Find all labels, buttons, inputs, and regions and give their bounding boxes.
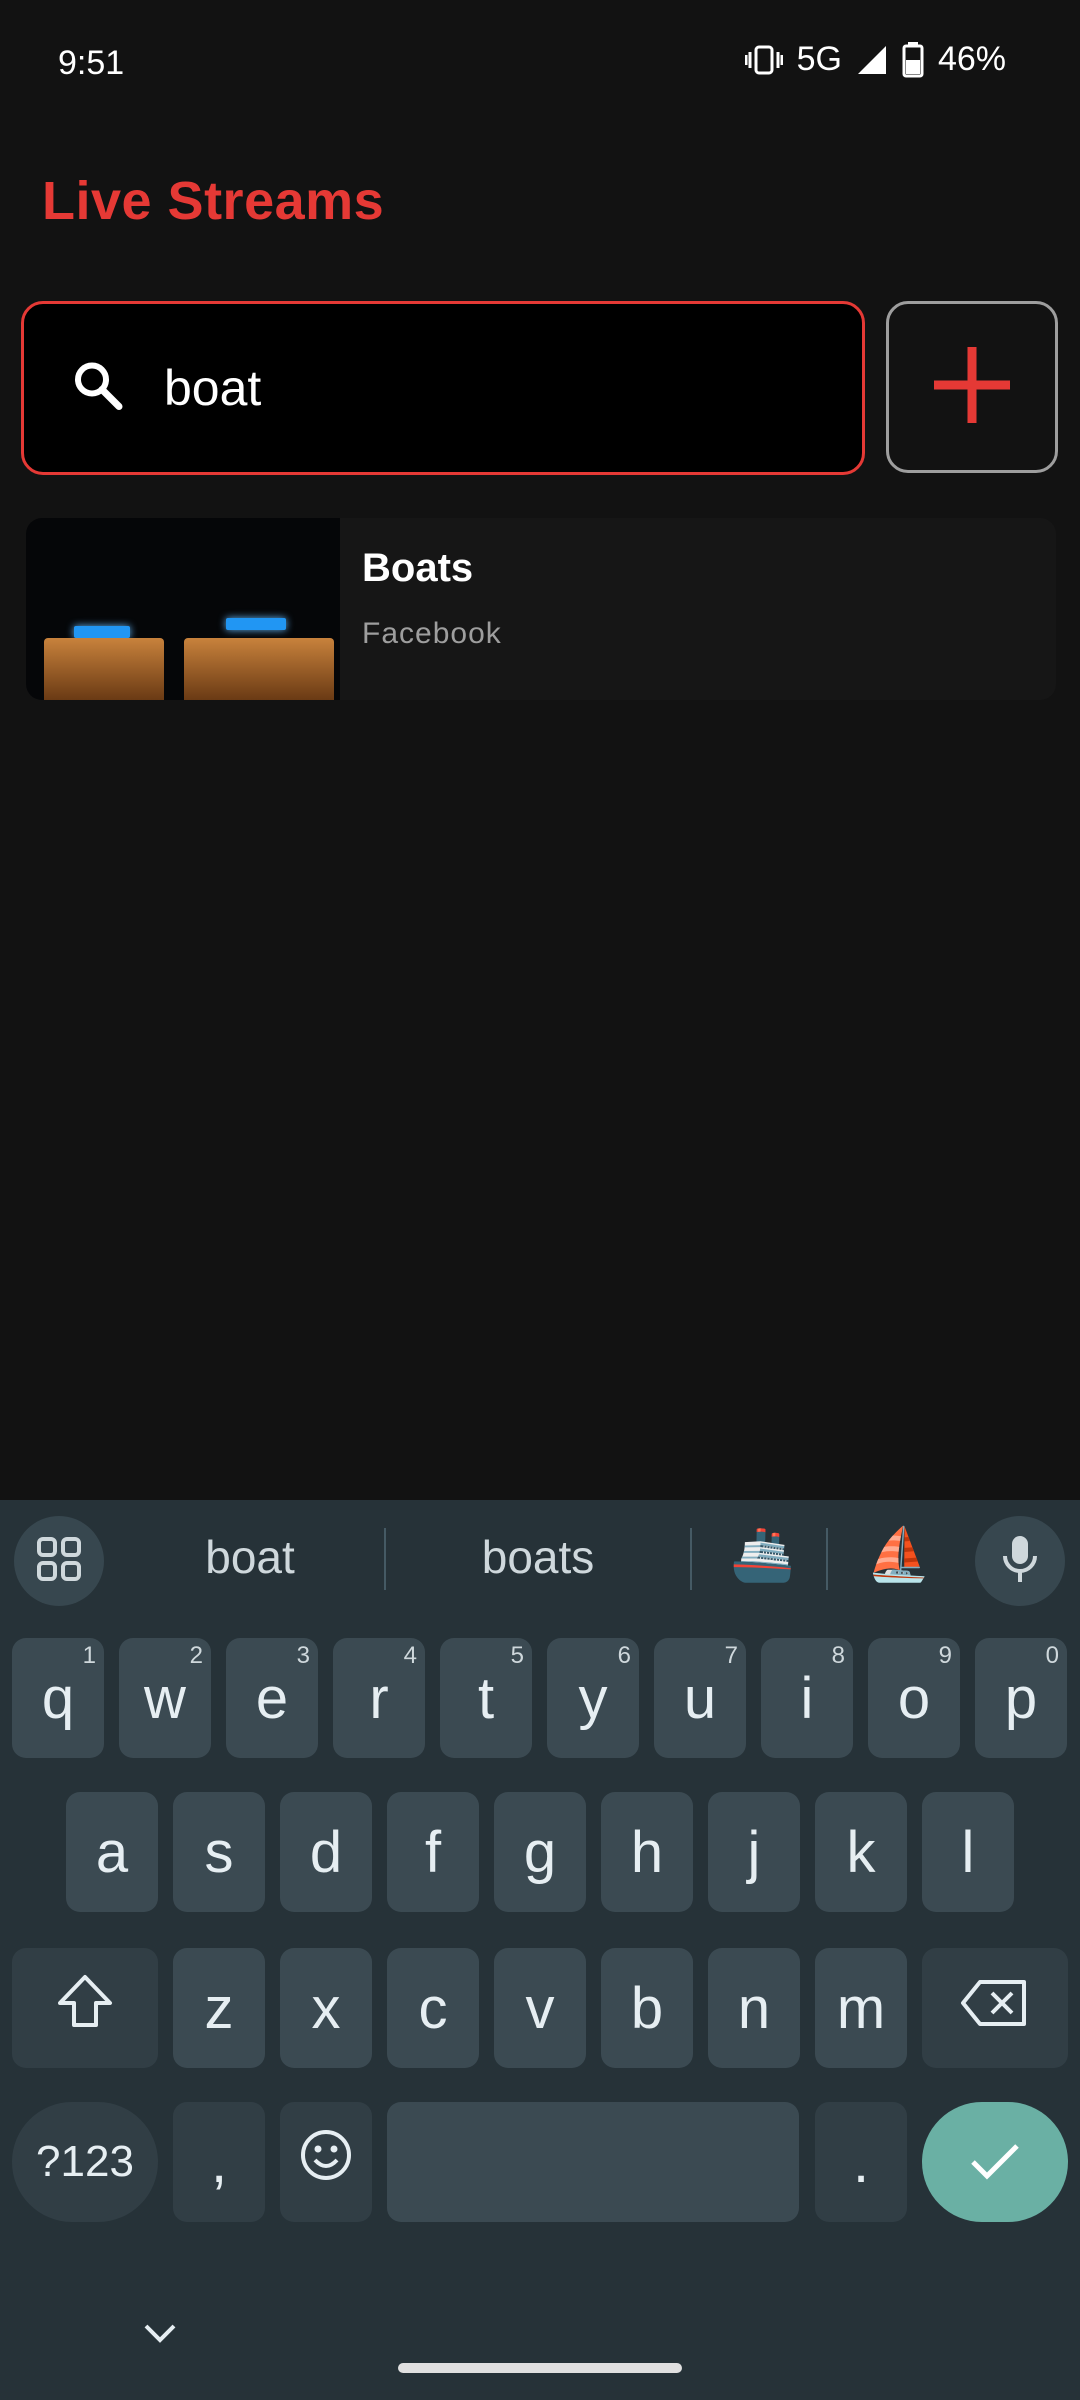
key-x[interactable]: x bbox=[280, 1948, 372, 2068]
key-f[interactable]: f bbox=[387, 1792, 479, 1912]
key-h[interactable]: h bbox=[601, 1792, 693, 1912]
network-label: 5G bbox=[796, 40, 842, 78]
key-l[interactable]: l bbox=[922, 1792, 1014, 1912]
emoji-suggestion-sailboat[interactable]: ⛵ bbox=[866, 1524, 931, 1585]
emoji-suggestion-ship[interactable]: 🚢 bbox=[730, 1524, 795, 1585]
key-z[interactable]: z bbox=[173, 1948, 265, 2068]
suggestion-1[interactable]: boat bbox=[150, 1530, 350, 1584]
page-title: Live Streams bbox=[42, 171, 385, 231]
battery-percent: 46% bbox=[937, 40, 1006, 78]
key-d[interactable]: d bbox=[280, 1792, 372, 1912]
status-icons: 5G 46% bbox=[744, 40, 1006, 79]
key-v[interactable]: v bbox=[494, 1948, 586, 2068]
plus-icon bbox=[932, 345, 1012, 430]
backspace-key[interactable] bbox=[922, 1948, 1068, 2068]
shift-key[interactable] bbox=[12, 1948, 158, 2068]
vibrate-icon bbox=[744, 43, 783, 77]
checkmark-icon bbox=[969, 2129, 1021, 2196]
grid-icon bbox=[36, 1536, 82, 1587]
search-input[interactable] bbox=[164, 304, 844, 472]
stream-source: Facebook bbox=[362, 617, 502, 650]
key-o[interactable]: o9 bbox=[868, 1638, 960, 1758]
backspace-icon bbox=[960, 1975, 1030, 2042]
comma-key[interactable]: , bbox=[173, 2102, 265, 2222]
battery-icon bbox=[902, 41, 924, 78]
search-box[interactable] bbox=[21, 301, 865, 475]
home-indicator[interactable] bbox=[398, 2363, 682, 2373]
suggestion-2[interactable]: boats bbox=[418, 1530, 658, 1584]
smiley-icon bbox=[299, 2128, 353, 2196]
key-w[interactable]: w2 bbox=[119, 1638, 211, 1758]
key-c[interactable]: c bbox=[387, 1948, 479, 2068]
key-n[interactable]: n bbox=[708, 1948, 800, 2068]
keyboard-apps-button[interactable] bbox=[14, 1516, 104, 1606]
microphone-icon bbox=[1000, 1534, 1040, 1589]
key-k[interactable]: k bbox=[815, 1792, 907, 1912]
key-e[interactable]: e3 bbox=[226, 1638, 318, 1758]
key-i[interactable]: i8 bbox=[761, 1638, 853, 1758]
status-time: 9:51 bbox=[58, 44, 125, 82]
period-key[interactable]: . bbox=[815, 2102, 907, 2222]
add-stream-button[interactable] bbox=[886, 301, 1058, 473]
key-m[interactable]: m bbox=[815, 1948, 907, 2068]
stream-list-item[interactable]: Boats Facebook bbox=[26, 518, 1056, 700]
stream-title: Boats bbox=[362, 546, 474, 590]
symbols-key[interactable]: ?123 bbox=[12, 2102, 158, 2222]
key-y[interactable]: y6 bbox=[547, 1638, 639, 1758]
key-s[interactable]: s bbox=[173, 1792, 265, 1912]
key-p[interactable]: p0 bbox=[975, 1638, 1067, 1758]
key-r[interactable]: r4 bbox=[333, 1638, 425, 1758]
key-j[interactable]: j bbox=[708, 1792, 800, 1912]
key-a[interactable]: a bbox=[66, 1792, 158, 1912]
voice-input-button[interactable] bbox=[975, 1516, 1065, 1606]
soft-keyboard: boat boats 🚢 ⛵ q1 w2 e3 r4 t5 y6 u7 i8 o… bbox=[0, 1500, 1080, 2400]
key-t[interactable]: t5 bbox=[440, 1638, 532, 1758]
search-icon bbox=[72, 360, 124, 417]
emoji-key[interactable] bbox=[280, 2102, 372, 2222]
key-b[interactable]: b bbox=[601, 1948, 693, 2068]
signal-icon bbox=[856, 44, 888, 76]
hide-keyboard-chevron-icon[interactable] bbox=[142, 2322, 178, 2349]
key-u[interactable]: u7 bbox=[654, 1638, 746, 1758]
enter-key[interactable] bbox=[922, 2102, 1068, 2222]
suggestion-bar: boat boats 🚢 ⛵ bbox=[0, 1500, 1080, 1620]
shift-icon bbox=[56, 1973, 114, 2043]
key-q[interactable]: q1 bbox=[12, 1638, 104, 1758]
status-bar: 9:51 5G 46% bbox=[0, 0, 1080, 130]
key-g[interactable]: g bbox=[494, 1792, 586, 1912]
space-key[interactable] bbox=[387, 2102, 799, 2222]
stream-thumbnail bbox=[26, 518, 340, 700]
